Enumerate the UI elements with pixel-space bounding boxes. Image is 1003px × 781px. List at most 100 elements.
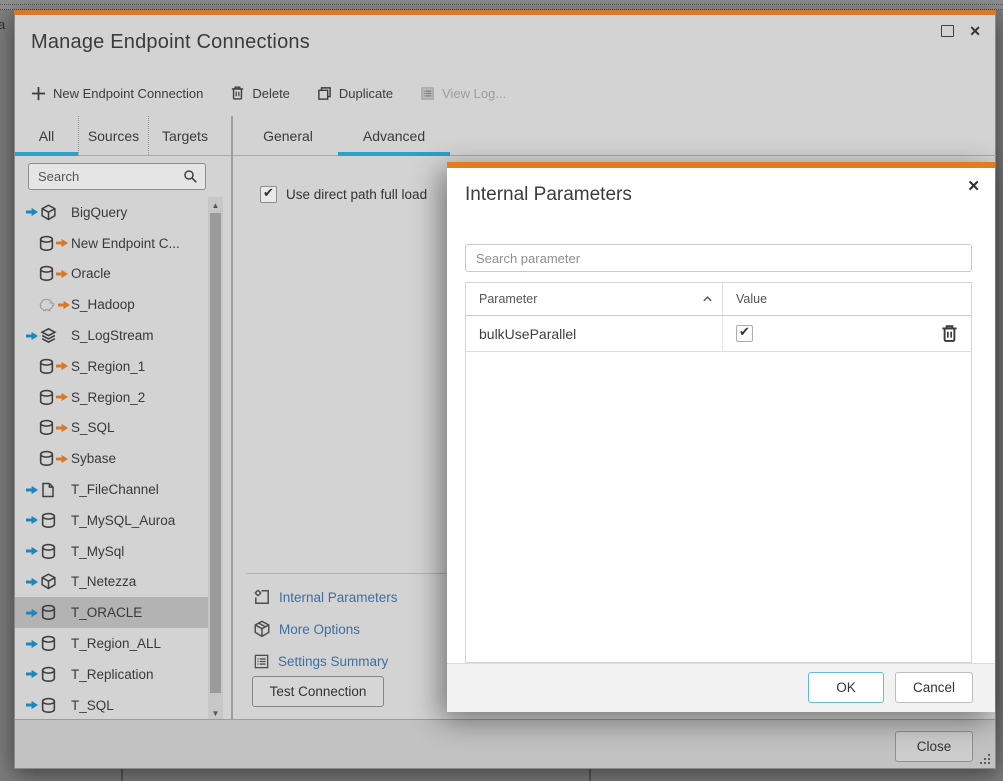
parameter-search-input[interactable] [466,245,971,271]
tab-advanced[interactable]: Advanced [338,116,450,156]
use-direct-path-checkbox[interactable] [260,185,277,203]
cancel-button[interactable]: Cancel [895,672,973,703]
endpoint-item[interactable]: T_Region_ALL [15,628,208,659]
endpoint-label: T_Replication [71,666,154,682]
endpoint-item[interactable]: S_Hadoop [15,289,208,320]
settings-summary-link[interactable]: Settings Summary [253,645,453,677]
target-arrow-icon-and-db-icon [26,604,71,621]
settings-summary-list-icon [253,653,270,670]
endpoint-label: S_Region_1 [71,358,146,374]
close-button[interactable]: Close [895,731,973,762]
parameter-value-cell [723,316,971,351]
endpoint-filter-tabs: All Sources Targets [15,116,232,156]
link-label: Settings Summary [278,653,389,669]
target-arrow-icon-and-db-icon [26,543,71,560]
endpoint-item[interactable]: S_SQL [15,413,208,444]
modal-title: Internal Parameters [465,184,632,205]
parameter-search [465,244,972,272]
target-arrow-icon-and-cube-icon [26,573,71,590]
column-header-parameter[interactable]: Parameter [466,283,723,315]
view-log-icon [421,86,434,100]
more-options-link[interactable]: More Options [253,613,453,645]
endpoint-label: Oracle [71,266,111,282]
restore-window-icon[interactable] [941,25,955,37]
endpoint-item[interactable]: T_ORACLE [15,597,208,629]
tab-targets[interactable]: Targets [149,116,221,155]
background-stray-text: a [0,17,6,32]
internal-parameters-dialog: ✕ Internal Parameters Parameter Value bu… [447,162,995,712]
hadoop-icon-and-source-arrow-icon [26,297,71,313]
ok-button[interactable]: OK [808,672,884,703]
link-label: Internal Parameters [279,589,398,605]
delete-button[interactable]: Delete [230,85,290,101]
scrollbar-thumb[interactable] [210,213,221,693]
endpoint-item[interactable]: T_Netezza [15,567,208,598]
parameter-value-checkbox[interactable] [736,324,753,342]
sidebar-panel-divider [231,116,233,721]
endpoint-label: T_ORACLE [71,605,143,621]
target-arrow-icon-and-db-icon [26,635,71,652]
endpoint-item[interactable]: New Endpoint C... [15,228,208,259]
internal-parameters-icon [253,588,271,606]
test-connection-button[interactable]: Test Connection [252,676,384,707]
endpoint-item[interactable]: BigQuery [15,197,208,228]
resize-grip[interactable] [979,753,990,764]
endpoint-label: T_Region_ALL [71,636,162,652]
db-icon-and-source-arrow-icon [26,265,71,282]
tab-all[interactable]: All [15,116,79,156]
link-label: More Options [279,621,361,637]
column-header-value[interactable]: Value [723,283,971,315]
advanced-links: Internal Parameters More Options Settings … [253,581,453,677]
endpoint-list-scrollbar[interactable]: ▲ ▼ [208,197,223,721]
db-icon-and-source-arrow-icon [26,358,71,375]
sort-ascending-icon[interactable] [702,294,713,304]
endpoint-search-input[interactable] [29,169,183,184]
background-divider [121,769,123,781]
duplicate-button[interactable]: Duplicate [317,86,393,101]
trash-icon [232,86,244,100]
dialog-title: Manage Endpoint Connections [31,31,310,53]
endpoint-item[interactable]: T_SQL [15,690,208,721]
db-icon-and-source-arrow-icon [26,419,71,436]
endpoint-item[interactable]: T_MySql [15,536,208,567]
tab-sources[interactable]: Sources [79,116,149,155]
tab-general[interactable]: General [246,116,330,155]
scroll-down-icon[interactable]: ▼ [208,709,223,718]
toolbar: New Endpoint Connection Delete Duplicate… [31,82,506,104]
endpoint-label: T_MySQL_Auroa [71,512,176,528]
endpoint-label: New Endpoint C... [71,235,180,251]
modal-accent-bar [447,162,995,168]
endpoint-item[interactable]: T_FileChannel [15,474,208,505]
modal-footer: OK Cancel [447,663,995,712]
endpoint-item[interactable]: S_LogStream [15,320,208,351]
endpoint-item[interactable]: Sybase [15,443,208,474]
scroll-up-icon[interactable]: ▲ [208,201,223,210]
endpoint-item[interactable]: T_Replication [15,659,208,690]
endpoint-search [28,163,206,190]
use-direct-path-row[interactable]: Use direct path full load [260,185,427,203]
parameters-table-header: Parameter Value [466,283,971,316]
plus-icon [31,86,46,100]
target-arrow-icon-and-file-icon [26,482,71,498]
target-arrow-icon-and-db-icon [26,666,71,683]
target-arrow-icon-and-cube-icon [26,204,71,221]
endpoint-item[interactable]: S_Region_2 [15,382,208,413]
endpoint-item[interactable]: T_MySQL_Auroa [15,505,208,536]
parameters-table: Parameter Value bulkUseParallel [465,282,972,663]
endpoint-label: S_LogStream [71,328,154,344]
db-icon-and-source-arrow-icon [26,450,71,467]
close-window-icon[interactable]: ✕ [969,24,981,38]
endpoint-item[interactable]: Oracle [15,259,208,290]
endpoint-list: BigQuery New Endpoint C... Oracle S_Hadoop S… [15,197,208,721]
internal-parameters-link[interactable]: Internal Parameters [253,581,453,613]
new-endpoint-connection-button[interactable]: New Endpoint Connection [31,86,203,101]
more-options-box-icon [253,620,271,638]
duplicate-icon [318,86,331,100]
parameter-row[interactable]: bulkUseParallel [466,316,971,352]
endpoint-label: T_SQL [71,697,114,713]
endpoint-label: S_SQL [71,420,115,436]
endpoint-label: BigQuery [71,204,128,220]
modal-close-icon[interactable]: ✕ [967,177,980,195]
endpoint-item[interactable]: S_Region_1 [15,351,208,382]
delete-parameter-icon[interactable] [940,323,959,349]
